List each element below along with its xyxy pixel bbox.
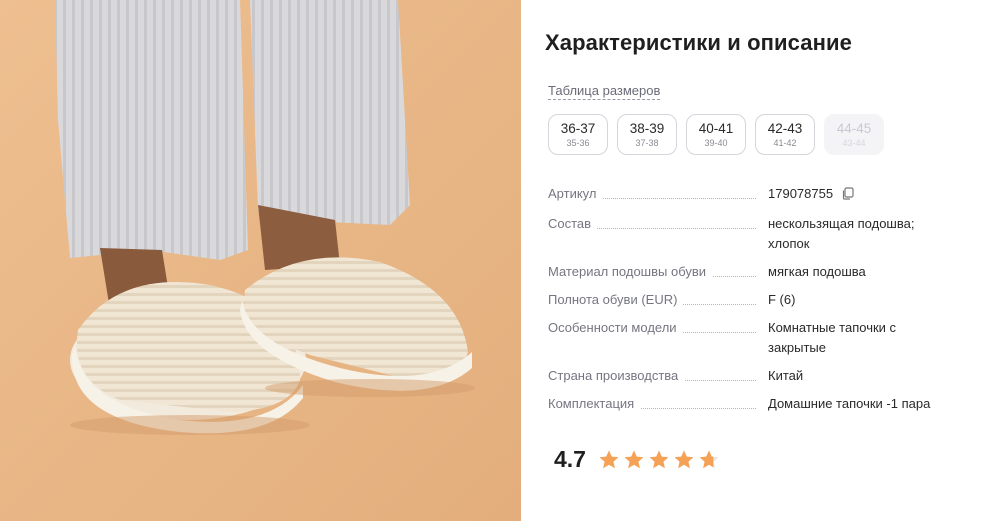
rating[interactable]: 4.7: [554, 446, 720, 473]
spec-value: Китай: [768, 368, 804, 383]
size-label: 36-37: [560, 120, 596, 136]
size-sub-label: 35-36: [566, 137, 590, 148]
spec-value: мягкая подошва: [768, 264, 866, 279]
rating-score: 4.7: [554, 446, 586, 472]
article-value[interactable]: 179078755: [768, 186, 833, 201]
size-sub-label: 41-42: [773, 137, 797, 148]
page-title: Характеристики и описание: [545, 30, 852, 55]
spec-value: нескользящая подошва; хлопок: [768, 216, 915, 251]
size-label: 38-39: [629, 120, 665, 136]
size-table-link[interactable]: Таблица размеров: [548, 83, 661, 100]
spec-label: Артикул: [548, 184, 603, 204]
size-selector: 36-37 35-36 38-39 37-38 40-41 39-40 42-4…: [548, 114, 884, 155]
size-sub-label: 37-38: [635, 137, 659, 148]
spec-row: Страна производства Китай: [548, 366, 958, 386]
spec-label: Материал подошвы обуви: [548, 262, 713, 282]
product-image: [0, 0, 521, 521]
spec-label: Состав: [548, 214, 598, 234]
size-label: 40-41: [698, 120, 734, 136]
spec-row: Особенности модели Комнатные тапочки с з…: [548, 318, 958, 358]
spec-row: Полнота обуви (EUR) F (6): [548, 290, 958, 310]
spec-label: Страна производства: [548, 366, 685, 386]
spec-row: Материал подошвы обуви мягкая подошва: [548, 262, 958, 282]
size-option-unavailable: 44-45 43-44: [824, 114, 884, 155]
star-icon: [624, 450, 644, 469]
spec-label: Полнота обуви (EUR): [548, 290, 684, 310]
size-option[interactable]: 36-37 35-36: [548, 114, 608, 155]
details-panel: Характеристики и описание Таблица размер…: [521, 0, 983, 521]
star-icon: [699, 450, 719, 469]
specs-list: Артикул 179078755 Состав нескользящая по…: [548, 184, 958, 422]
size-sub-label: 43-44: [842, 137, 866, 148]
spec-label: Комплектация: [548, 394, 641, 414]
size-label: 44-45: [836, 120, 872, 136]
product-photo: [0, 0, 521, 521]
spec-label: Особенности модели: [548, 318, 683, 338]
star-icon: [599, 450, 619, 469]
size-option[interactable]: 38-39 37-38: [617, 114, 677, 155]
size-sub-label: 39-40: [704, 137, 728, 148]
spec-value: Комнатные тапочки с закрытые: [768, 320, 897, 355]
spec-row: Артикул 179078755: [548, 184, 958, 206]
spec-value: Домашние тапочки -1 пара: [768, 396, 931, 411]
copy-icon[interactable]: [841, 186, 854, 206]
spec-row: Комплектация Домашние тапочки -1 пара: [548, 394, 958, 414]
spec-row: Состав нескользящая подошва; хлопок: [548, 214, 958, 254]
size-option[interactable]: 42-43 41-42: [755, 114, 815, 155]
size-label: 42-43: [767, 120, 803, 136]
star-icon: [674, 450, 694, 469]
rating-stars: [598, 449, 720, 470]
star-icon: [649, 450, 669, 469]
spec-value: F (6): [768, 292, 796, 307]
size-option[interactable]: 40-41 39-40: [686, 114, 746, 155]
